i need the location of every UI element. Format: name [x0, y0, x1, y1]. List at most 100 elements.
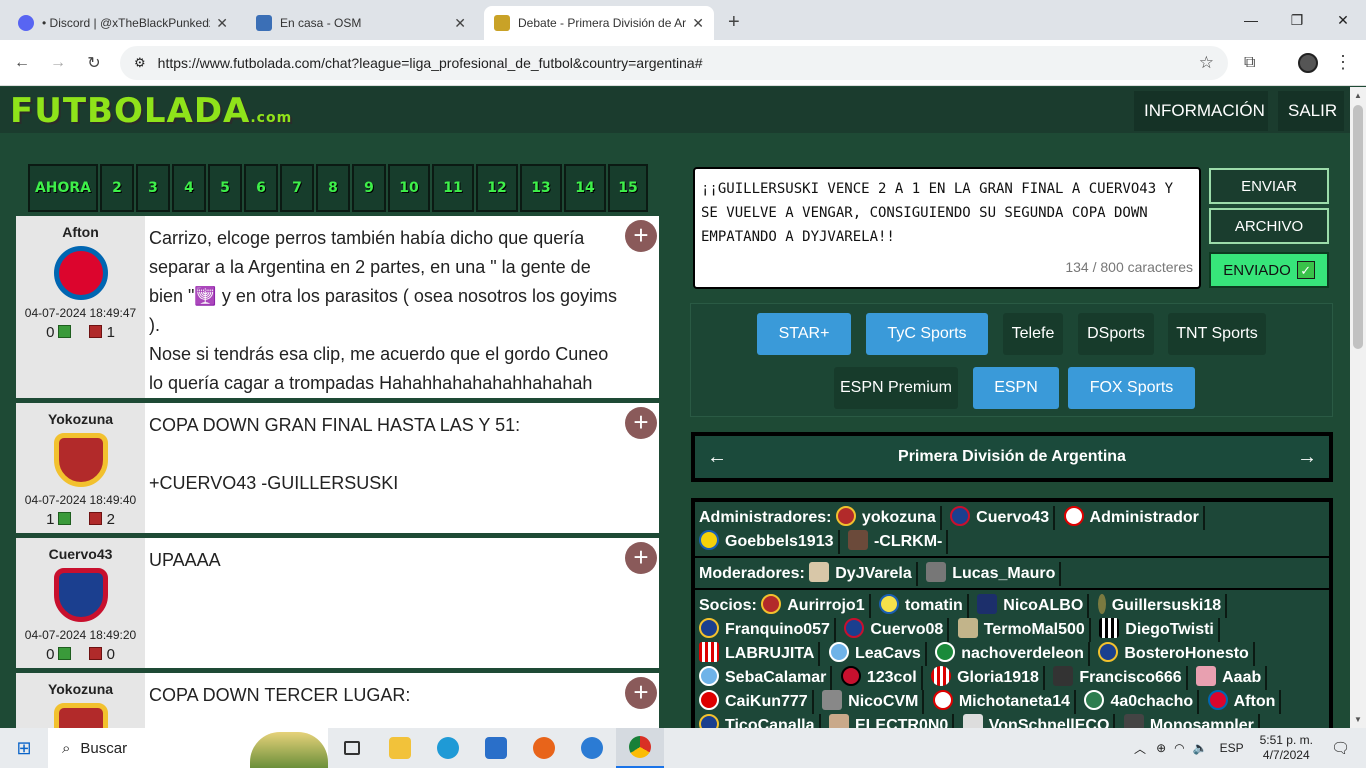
scrollbar-thumb[interactable]: [1353, 105, 1363, 349]
upvote-control[interactable]: 1: [46, 511, 72, 528]
info-button[interactable]: INFORMACIÓN: [1134, 91, 1268, 131]
member-link[interactable]: TicoCanalla: [699, 714, 821, 728]
member-link[interactable]: Aurirrojo1: [761, 594, 871, 618]
upvote-control[interactable]: 0: [46, 324, 72, 341]
file-button[interactable]: ARCHIVO: [1209, 208, 1329, 244]
post-more-button[interactable]: +: [625, 220, 657, 252]
thumbs-down-icon[interactable]: [89, 512, 103, 525]
page-button[interactable]: 5: [208, 164, 242, 212]
bookmark-star-icon[interactable]: ☆: [1199, 53, 1214, 73]
member-link[interactable]: Gloria1918: [931, 666, 1045, 690]
prev-league-arrow-icon[interactable]: ←: [707, 446, 727, 469]
close-tab-icon[interactable]: ✕: [692, 15, 704, 32]
tv-tnt-sports-button[interactable]: TNT Sports: [1168, 313, 1266, 355]
tv-dsports-button[interactable]: DSports: [1078, 313, 1154, 355]
member-link[interactable]: DiegoTwisti: [1099, 618, 1220, 642]
member-link[interactable]: Cuervo08: [844, 618, 950, 642]
member-link[interactable]: nachoverdeleon: [935, 642, 1090, 666]
logout-button[interactable]: SALIR: [1278, 91, 1344, 131]
thumbs-up-icon[interactable]: [58, 325, 72, 338]
volume-icon[interactable]: 🔈: [1193, 741, 1208, 755]
close-tab-icon[interactable]: ✕: [454, 15, 466, 32]
downvote-control[interactable]: 2: [85, 511, 115, 528]
page-button[interactable]: 4: [172, 164, 206, 212]
browser-tab-discord[interactable]: • Discord | @xTheBlackPunkedx ✕: [8, 6, 238, 40]
member-link[interactable]: yokozuna: [835, 506, 942, 530]
post-username[interactable]: Afton: [16, 224, 145, 240]
member-link[interactable]: Guillersuski18: [1097, 594, 1228, 618]
member-link[interactable]: Francisco666: [1053, 666, 1188, 690]
post-more-button[interactable]: +: [625, 677, 657, 709]
thumbs-up-icon[interactable]: [58, 512, 72, 525]
downvote-control[interactable]: 1: [85, 324, 115, 341]
browser-menu-icon[interactable]: ⋮: [1334, 52, 1352, 73]
profile-avatar[interactable]: [1298, 52, 1318, 73]
language-indicator[interactable]: ESP: [1220, 741, 1244, 755]
tv-star-plus-button[interactable]: STAR+: [757, 313, 851, 355]
page-button[interactable]: 10: [388, 164, 430, 212]
minimize-icon[interactable]: —: [1228, 12, 1274, 28]
thumbs-down-icon[interactable]: [89, 647, 103, 660]
mail-icon[interactable]: [472, 728, 520, 768]
member-link[interactable]: LeaCavs: [828, 642, 927, 666]
member-link[interactable]: CaiKun777: [699, 690, 814, 714]
member-link[interactable]: TermoMal500: [957, 618, 1091, 642]
thumbs-down-icon[interactable]: [89, 325, 103, 338]
restore-icon[interactable]: ❐: [1274, 12, 1320, 29]
member-link[interactable]: Monosampler: [1123, 714, 1260, 728]
message-input[interactable]: ¡¡GUILLERSUSKI VENCE 2 A 1 EN LA GRAN FI…: [693, 167, 1201, 289]
tv-fox-sports-button[interactable]: FOX Sports: [1068, 367, 1195, 409]
file-explorer-icon[interactable]: [376, 728, 424, 768]
member-link[interactable]: 123col: [840, 666, 923, 690]
windows-start-icon[interactable]: ⊞: [0, 738, 48, 759]
member-link[interactable]: Goebbels1913: [699, 530, 840, 554]
member-link[interactable]: Cuervo43: [950, 506, 1056, 530]
url-field[interactable]: ⚙ https://www.futbolada.com/chat?league=…: [120, 46, 1228, 80]
send-button[interactable]: ENVIAR: [1209, 168, 1329, 204]
member-link[interactable]: LABRUJITA: [699, 642, 821, 666]
wifi-icon[interactable]: ◠: [1174, 741, 1184, 755]
member-link[interactable]: VonSchnellECO: [962, 714, 1116, 728]
firefox-icon[interactable]: [520, 728, 568, 768]
member-link[interactable]: NicoCVM: [822, 690, 925, 714]
page-button[interactable]: 14: [564, 164, 606, 212]
page-button[interactable]: 6: [244, 164, 278, 212]
browser-tab-debate[interactable]: Debate - Primera División de Ar ✕: [484, 6, 714, 40]
post-username[interactable]: Cuervo43: [16, 546, 145, 562]
scroll-up-icon[interactable]: ▲: [1354, 91, 1362, 100]
page-button[interactable]: 12: [476, 164, 518, 212]
tray-overflow-icon[interactable]: ︿: [1134, 740, 1146, 757]
member-link[interactable]: DyJVarela: [809, 562, 918, 586]
page-button[interactable]: 15: [608, 164, 648, 212]
extensions-icon[interactable]: ⧉: [1244, 54, 1255, 72]
forward-icon[interactable]: →: [40, 54, 76, 72]
close-window-icon[interactable]: ✕: [1320, 12, 1366, 29]
member-link[interactable]: Administrador: [1063, 506, 1205, 530]
page-button[interactable]: 11: [432, 164, 474, 212]
thumbs-up-icon[interactable]: [58, 647, 72, 660]
chrome-icon[interactable]: [616, 728, 664, 768]
back-icon[interactable]: ←: [4, 54, 40, 72]
member-link[interactable]: Aaab: [1196, 666, 1268, 690]
scroll-down-icon[interactable]: ▼: [1354, 715, 1362, 724]
member-link[interactable]: Lucas_Mauro: [926, 562, 1062, 586]
post-username[interactable]: Yokozuna: [16, 411, 145, 427]
post-username[interactable]: Yokozuna: [16, 681, 145, 697]
member-link[interactable]: Michotaneta14: [932, 690, 1076, 714]
page-button[interactable]: 3: [136, 164, 170, 212]
site-info-icon[interactable]: ⚙: [134, 55, 146, 71]
upvote-control[interactable]: 0: [46, 646, 72, 663]
edge-browser-icon[interactable]: [424, 728, 472, 768]
page-button[interactable]: 2: [100, 164, 134, 212]
member-link[interactable]: tomatin: [879, 594, 969, 618]
member-link[interactable]: ELECTR0N0: [828, 714, 955, 728]
browser-tab-osm[interactable]: En casa - OSM ✕: [246, 6, 476, 40]
reload-icon[interactable]: ↻: [76, 53, 112, 73]
page-button[interactable]: 7: [280, 164, 314, 212]
network-icon[interactable]: ⊕: [1156, 741, 1166, 755]
tv-espn-premium-button[interactable]: ESPN Premium: [834, 367, 958, 409]
new-tab-button[interactable]: +: [728, 11, 740, 34]
close-tab-icon[interactable]: ✕: [216, 15, 228, 32]
post-more-button[interactable]: +: [625, 407, 657, 439]
member-link[interactable]: Franquino057: [699, 618, 836, 642]
